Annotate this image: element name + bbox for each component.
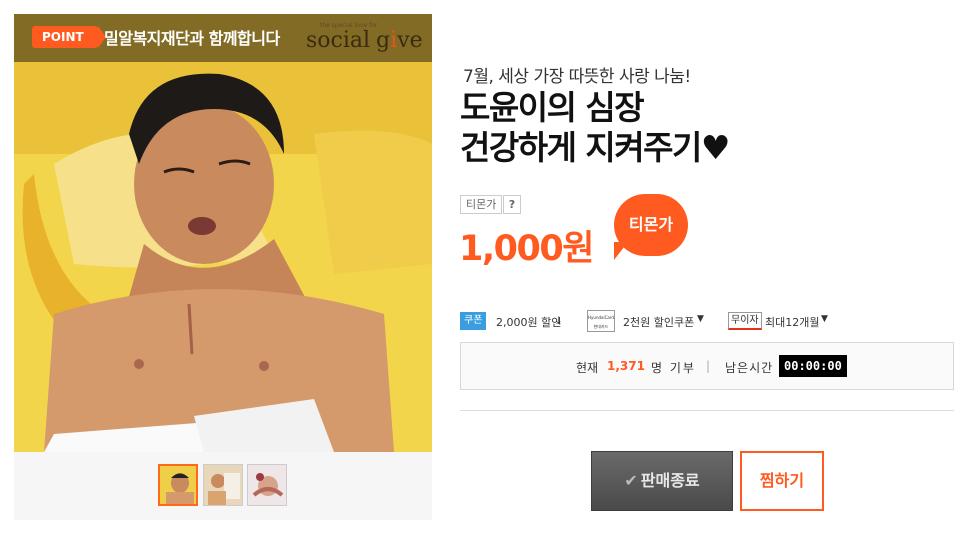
product-subtitle: 7월, 세상 가장 따뜻한 사랑 나눔! [463, 67, 691, 87]
thumbnail-image [248, 465, 286, 505]
caret-down-icon[interactable]: ▼ [821, 314, 828, 324]
logo-subtext: the special love for [320, 22, 378, 29]
download-icon[interactable]: ⤓ [556, 314, 561, 328]
partner-banner: POINT 밀알복지재단과 함께합니다 the special love for… [14, 14, 432, 62]
product-page: POINT 밀알복지재단과 함께합니다 the special love for… [0, 0, 971, 533]
thumbnail-image [204, 465, 242, 505]
bubble-tail [614, 242, 628, 260]
installment-text[interactable]: 최대12개월 [765, 314, 819, 330]
section-divider [460, 410, 954, 411]
wishlist-button[interactable]: 찜하기 [740, 451, 824, 511]
product-image: POINT 밀알복지재단과 함께합니다 the special love for… [14, 14, 432, 452]
status-divider: | [706, 359, 711, 373]
installment-tag: 무이자 [728, 312, 762, 330]
sold-out-label: 판매종료 [640, 471, 700, 490]
price-type-label: 티몬가 [460, 195, 503, 214]
social-give-logo: the special love for social give [306, 22, 423, 53]
thumbnail-strip [14, 452, 432, 520]
donor-unit: 명 기부 [651, 361, 696, 375]
logo-word-social: social [306, 28, 371, 53]
thumbnail-3[interactable] [247, 464, 287, 506]
card-coupon-text[interactable]: 2천원 할인쿠폰 [623, 314, 694, 330]
partner-text: 밀알복지재단과 함께합니다 [104, 29, 280, 48]
sold-out-button[interactable]: ✔ 판매종료 [591, 451, 733, 511]
price-help-button[interactable]: ? [503, 195, 521, 214]
donor-count: 1,371 [607, 359, 645, 373]
thumbnail-2[interactable] [203, 464, 243, 506]
coupon-tag: 쿠폰 [460, 312, 487, 330]
thumbnail-image [160, 466, 196, 504]
product-photo [14, 14, 432, 452]
logo-word-give: give [376, 28, 423, 53]
point-badge: POINT [32, 26, 106, 48]
coupon-discount-text[interactable]: 2,000원 할인 [496, 314, 561, 330]
remaining-time-label: 남은시간 [725, 361, 774, 375]
current-label: 현재 [576, 361, 599, 375]
product-title: 도윤이의 심장 건강하게 지켜주기♥ [460, 88, 730, 168]
title-line-1: 도윤이의 심장 [460, 88, 645, 127]
hyundai-card-icon: HyundaiCard 현대카드 [587, 310, 615, 332]
benefits-row: 쿠폰 2,000원 할인 ⤓ HyundaiCard 현대카드 2천원 할인쿠폰 … [460, 310, 960, 334]
thumbnail-1[interactable] [158, 464, 198, 506]
donation-status: 현재 1,371 명 기부 | 남은시간 00:00:00 [460, 342, 954, 390]
countdown-timer: 00:00:00 [779, 355, 847, 377]
product-price: 1,000원 [459, 229, 594, 269]
caret-down-icon[interactable]: ▼ [697, 314, 704, 324]
check-icon: ✔ [624, 471, 638, 490]
title-line-2: 건강하게 지켜주기♥ [460, 128, 730, 167]
